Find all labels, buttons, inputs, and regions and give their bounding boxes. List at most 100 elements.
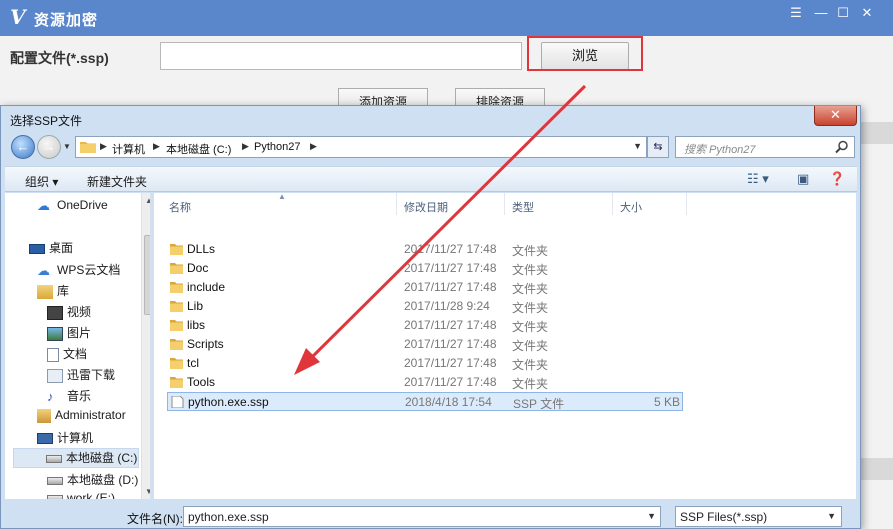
scroll-up-icon[interactable]: ▲ bbox=[145, 196, 150, 205]
folder-icon bbox=[170, 377, 183, 388]
column-header-type[interactable]: 类型 bbox=[512, 199, 534, 215]
nav-item-label: OneDrive bbox=[57, 198, 108, 212]
column-header-name[interactable]: 名称 bbox=[169, 199, 191, 215]
file-date: 2017/11/27 17:48 bbox=[404, 242, 497, 256]
navigation-scrollbar[interactable]: ▲ ▼ bbox=[141, 193, 150, 499]
file-name: DLLs bbox=[187, 242, 216, 256]
dialog-close-button[interactable]: ✕ bbox=[814, 106, 857, 126]
back-button[interactable]: ← bbox=[11, 135, 35, 159]
file-icon bbox=[171, 396, 184, 408]
folder-icon bbox=[170, 339, 183, 350]
nav-item-onedrive[interactable]: ☁ OneDrive bbox=[37, 198, 108, 218]
scroll-down-icon[interactable]: ▼ bbox=[145, 487, 150, 496]
music-icon: ♪ bbox=[47, 388, 54, 404]
address-dropdown-icon[interactable]: ▼ bbox=[633, 141, 642, 151]
file-date: 2017/11/27 17:48 bbox=[404, 261, 497, 275]
nav-item-label: WPS云文档 bbox=[57, 263, 121, 277]
file-name: python.exe.ssp bbox=[188, 395, 269, 409]
filename-dropdown-icon[interactable]: ▼ bbox=[647, 511, 656, 521]
help-icon[interactable]: ❓ bbox=[829, 171, 845, 187]
refresh-icon[interactable]: ⇆ bbox=[647, 136, 669, 158]
folder-row[interactable]: Doc 2017/11/27 17:48 文件夹 bbox=[167, 259, 683, 278]
folder-row[interactable]: libs 2017/11/27 17:48 文件夹 bbox=[167, 316, 683, 335]
nav-item-label: 库 bbox=[57, 284, 70, 298]
config-file-label: 配置文件(*.ssp) bbox=[10, 50, 109, 66]
nav-item-label: 文档 bbox=[63, 347, 88, 361]
file-row-selected[interactable]: python.exe.ssp 2018/4/18 17:54 SSP 文件 5 KB bbox=[167, 392, 683, 411]
download-folder-icon bbox=[47, 368, 63, 383]
address-separator[interactable]: ▶ bbox=[100, 141, 107, 152]
nav-item-drive-c[interactable]: 本地磁盘 (C:) bbox=[13, 448, 139, 468]
file-date: 2017/11/28 9:24 bbox=[404, 299, 490, 313]
column-divider[interactable] bbox=[396, 193, 397, 215]
video-icon bbox=[47, 305, 63, 320]
address-segment-computer[interactable]: 计算机 bbox=[112, 141, 145, 157]
filename-value: python.exe.ssp bbox=[188, 510, 269, 524]
address-separator[interactable]: ▶ bbox=[242, 141, 249, 152]
drive-icon bbox=[46, 454, 62, 463]
nav-item-pictures[interactable]: 图片 bbox=[47, 324, 91, 344]
file-size: 5 KB bbox=[653, 395, 680, 409]
search-icon[interactable] bbox=[835, 140, 849, 154]
organize-menu[interactable]: 组织 ▾ bbox=[25, 173, 58, 190]
preview-pane-icon[interactable]: ▣ bbox=[797, 171, 809, 187]
file-type-dropdown-icon[interactable]: ▼ bbox=[827, 511, 836, 521]
column-divider[interactable] bbox=[686, 193, 687, 215]
folder-row[interactable]: Scripts 2017/11/27 17:48 文件夹 bbox=[167, 335, 683, 354]
nav-item-desktop[interactable]: 桌面 bbox=[29, 239, 73, 259]
file-name: tcl bbox=[187, 356, 199, 370]
command-bar: 组织 ▾ 新建文件夹 ☷ ▾ ▣ ❓ bbox=[5, 166, 857, 192]
folder-row[interactable]: DLLs 2017/11/27 17:48 文件夹 bbox=[167, 240, 683, 259]
file-type: 文件夹 bbox=[512, 244, 549, 258]
column-header-size[interactable]: 大小 bbox=[620, 199, 642, 215]
address-separator[interactable]: ▶ bbox=[310, 141, 317, 152]
maximize-icon[interactable]: ☐ bbox=[832, 4, 854, 22]
search-input[interactable]: 搜索 Python27 bbox=[675, 136, 855, 158]
search-placeholder: 搜索 Python27 bbox=[684, 144, 756, 156]
column-divider[interactable] bbox=[612, 193, 613, 215]
scrollbar-thumb[interactable] bbox=[144, 235, 150, 315]
view-options-icon[interactable]: ☷ ▾ bbox=[747, 171, 769, 187]
address-separator[interactable]: ▶ bbox=[153, 141, 160, 152]
nav-item-label: 视频 bbox=[67, 305, 92, 319]
document-icon bbox=[47, 347, 59, 362]
nav-item-music[interactable]: ♪ 音乐 bbox=[47, 387, 91, 407]
column-divider[interactable] bbox=[504, 193, 505, 215]
nav-item-thunder-downloads[interactable]: 迅雷下载 bbox=[47, 366, 115, 386]
address-segment-python27[interactable]: Python27 bbox=[254, 141, 300, 153]
close-icon[interactable]: ✕ bbox=[856, 4, 878, 22]
nav-item-videos[interactable]: 视频 bbox=[47, 303, 91, 323]
file-date: 2018/4/18 17:54 bbox=[405, 395, 492, 409]
column-header-date[interactable]: 修改日期 bbox=[404, 199, 448, 215]
nav-item-drive-d[interactable]: 本地磁盘 (D:) bbox=[47, 471, 138, 491]
menu-icon[interactable]: ☰ bbox=[785, 4, 807, 22]
minimize-icon[interactable]: — bbox=[810, 4, 832, 22]
folder-row[interactable]: include 2017/11/27 17:48 文件夹 bbox=[167, 278, 683, 297]
folder-row[interactable]: Tools 2017/11/27 17:48 文件夹 bbox=[167, 373, 683, 392]
folder-row[interactable]: tcl 2017/11/27 17:48 文件夹 bbox=[167, 354, 683, 373]
drive-icon bbox=[47, 476, 63, 485]
nav-item-computer[interactable]: 计算机 bbox=[37, 429, 93, 449]
dialog-bottom-bar: 文件名(N): python.exe.ssp ▼ SSP Files(*.ssp… bbox=[5, 500, 857, 529]
nav-item-wps-cloud[interactable]: ☁ WPS云文档 bbox=[37, 261, 120, 281]
filename-input[interactable]: python.exe.ssp ▼ bbox=[183, 506, 661, 527]
history-dropdown-icon[interactable]: ▼ bbox=[63, 142, 71, 151]
address-bar[interactable]: ▶ 计算机 ▶ 本地磁盘 (C:) ▶ Python27 ▶ ▼ bbox=[75, 136, 647, 158]
wps-cloud-icon: ☁ bbox=[37, 262, 50, 278]
folder-icon bbox=[170, 282, 183, 293]
address-segment-drive[interactable]: 本地磁盘 (C:) bbox=[166, 141, 231, 157]
folder-row[interactable]: Lib 2017/11/28 9:24 文件夹 bbox=[167, 297, 683, 316]
nav-item-documents[interactable]: 文档 bbox=[47, 345, 87, 365]
nav-item-label: 本地磁盘 (C:) bbox=[66, 451, 138, 465]
nav-item-drive-e[interactable]: work (E:) bbox=[47, 491, 115, 499]
user-folder-icon bbox=[37, 408, 51, 423]
config-file-input[interactable] bbox=[160, 42, 522, 70]
nav-item-libraries[interactable]: 库 bbox=[37, 282, 69, 302]
forward-button[interactable]: → bbox=[37, 135, 61, 159]
file-type-select[interactable]: SSP Files(*.ssp) ▼ bbox=[675, 506, 842, 527]
file-type: 文件夹 bbox=[512, 377, 549, 391]
cloud-icon: ☁ bbox=[37, 197, 50, 213]
nav-item-administrator[interactable]: Administrator bbox=[37, 408, 126, 428]
file-name: libs bbox=[187, 318, 206, 332]
new-folder-button[interactable]: 新建文件夹 bbox=[87, 173, 147, 190]
